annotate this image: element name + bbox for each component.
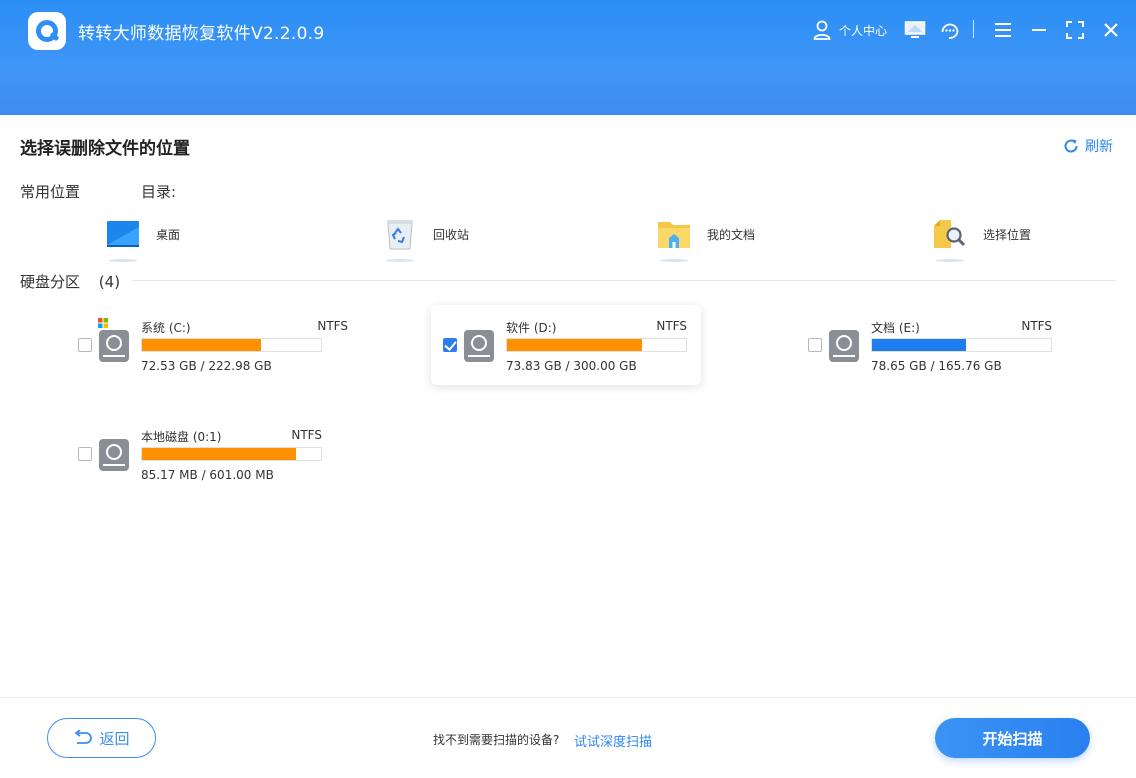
disk-count: (4) — [98, 273, 121, 291]
disk-name: 软件 (D:) — [506, 321, 557, 335]
disk-partitions-label: 硬盘分区 — [20, 273, 81, 291]
location-label: 桌面 — [156, 227, 181, 242]
monitor-icon[interactable] — [904, 19, 926, 41]
disk-size: 78.65 GB / 165.76 GB — [871, 359, 1002, 373]
footer-divider — [0, 697, 1136, 698]
refresh-label: 刷新 — [1085, 139, 1113, 155]
location-label: 选择位置 — [983, 227, 1032, 242]
user-center-label: 个人中心 — [839, 23, 888, 38]
hard-drive-icon — [99, 330, 129, 362]
disk-partitions-heading: 硬盘分区 (4) — [20, 271, 120, 292]
divider — [132, 280, 1116, 281]
disk-size: 85.17 MB / 601.00 MB — [141, 468, 274, 482]
user-icon — [813, 20, 831, 40]
user-center-button[interactable]: 个人中心 — [813, 18, 887, 42]
disk-filesystem: NTFS — [291, 428, 322, 442]
app-logo — [28, 12, 66, 50]
disk-checkbox[interactable] — [78, 447, 92, 461]
desktop-icon — [107, 221, 139, 247]
location-label: 我的文档 — [707, 227, 756, 242]
disk-usage-fill — [142, 448, 296, 460]
folder-search-icon — [934, 220, 966, 248]
back-arrow-icon — [74, 730, 93, 744]
disk-filesystem: NTFS — [317, 319, 348, 333]
disk-item-e[interactable]: 文档 (E:) NTFS 78.65 GB / 165.76 GB — [808, 307, 1052, 387]
deep-scan-link[interactable]: 试试深度扫描 — [574, 731, 652, 750]
disk-item-local[interactable]: 本地磁盘 (0:1) NTFS 85.17 MB / 601.00 MB — [78, 416, 322, 496]
title-bar: 转转大师数据恢复软件V2.2.0.9 个人中心 — [0, 0, 1136, 115]
support-icon[interactable] — [939, 19, 961, 41]
device-hint: 找不到需要扫描的设备? — [433, 733, 560, 747]
windows-logo-icon — [98, 318, 108, 328]
disk-item-d[interactable]: 软件 (D:) NTFS 73.83 GB / 300.00 GB — [431, 305, 701, 385]
header-divider — [973, 20, 974, 38]
directory-label: 目录: — [141, 183, 177, 201]
minimize-icon[interactable] — [1028, 19, 1050, 41]
disk-filesystem: NTFS — [656, 319, 687, 333]
disk-usage-bar — [506, 338, 687, 352]
back-label: 返回 — [99, 729, 130, 748]
disk-size: 72.53 GB / 222.98 GB — [141, 359, 272, 373]
recycle-bin-icon — [387, 220, 413, 250]
hard-drive-icon — [464, 330, 494, 362]
back-button[interactable]: 返回 — [47, 718, 156, 758]
page-title: 选择误删除文件的位置 — [20, 139, 190, 159]
disk-usage-bar — [871, 338, 1052, 352]
app-title: 转转大师数据恢复软件V2.2.0.9 — [78, 24, 325, 44]
start-scan-button[interactable]: 开始扫描 — [935, 718, 1090, 758]
location-recycle-bin[interactable]: 回收站 — [383, 217, 470, 262]
disk-filesystem: NTFS — [1021, 319, 1052, 333]
common-locations-label: 常用位置 — [20, 183, 81, 201]
location-desktop[interactable]: 桌面 — [106, 217, 181, 262]
menu-icon[interactable] — [992, 19, 1014, 41]
hard-drive-icon — [99, 439, 129, 471]
disk-checkbox[interactable] — [78, 338, 92, 352]
disk-checkbox[interactable] — [443, 338, 457, 352]
disk-usage-bar — [141, 338, 322, 352]
disk-size: 73.83 GB / 300.00 GB — [506, 359, 637, 373]
location-my-documents[interactable]: 我的文档 — [657, 217, 756, 262]
disk-usage-fill — [142, 339, 261, 351]
disk-usage-bar — [141, 447, 322, 461]
disk-usage-fill — [872, 339, 967, 351]
disk-checkbox[interactable] — [808, 338, 822, 352]
maximize-icon[interactable] — [1064, 19, 1086, 41]
close-icon[interactable] — [1100, 19, 1122, 41]
location-label: 回收站 — [433, 227, 470, 242]
disk-item-c[interactable]: 系统 (C:) NTFS 72.53 GB / 222.98 GB — [78, 307, 348, 387]
disk-name: 文档 (E:) — [871, 321, 920, 335]
hard-drive-icon — [829, 330, 859, 362]
location-select[interactable]: 选择位置 — [933, 217, 1032, 262]
disk-name: 本地磁盘 (0:1) — [141, 430, 222, 444]
refresh-button[interactable]: 刷新 — [1063, 136, 1113, 156]
disk-name: 系统 (C:) — [141, 321, 191, 335]
refresh-icon — [1064, 139, 1078, 153]
disk-usage-fill — [507, 339, 642, 351]
documents-folder-icon — [658, 222, 690, 248]
